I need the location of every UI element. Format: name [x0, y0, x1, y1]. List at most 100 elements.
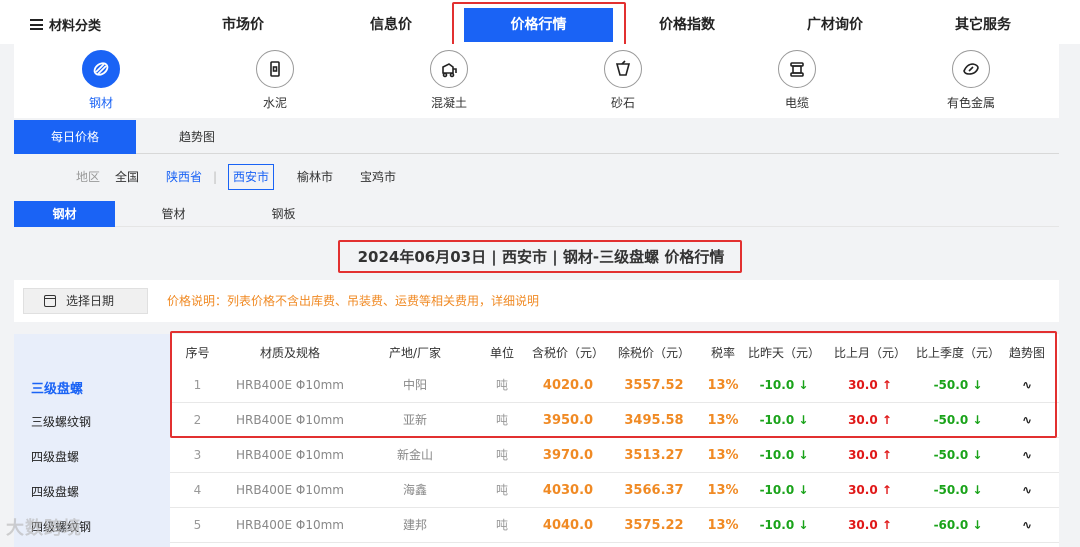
cell-net-price: 3566.37 [624, 483, 684, 498]
cell-vs-day: -10.0 ↓ [759, 448, 809, 462]
cell-unit: 吨 [495, 448, 508, 462]
category-steel[interactable]: 钢材 [61, 50, 141, 111]
cell-origin: 建邦 [402, 518, 427, 532]
cell-vs-quarter: -50.0 ↓ [933, 413, 983, 427]
category-label: 钢材 [88, 96, 113, 110]
nav-market-price[interactable]: 市场价 [196, 0, 290, 44]
cell-rate: 13% [707, 518, 739, 533]
subtab-steel[interactable]: 钢材 [14, 201, 115, 227]
col-header-no: 序号 [185, 346, 210, 360]
cell-vs-day: -10.0 ↓ [759, 483, 809, 497]
region-city-baoji[interactable]: 宝鸡市 [360, 164, 396, 190]
menu-icon [30, 19, 43, 30]
cell-no: 4 [193, 483, 202, 497]
cell-rate: 13% [707, 448, 739, 463]
category-menu-toggle[interactable]: 材料分类 [30, 15, 101, 34]
category-label: 砂石 [610, 96, 635, 110]
cell-no: 5 [193, 518, 202, 532]
cell-net-price: 3495.58 [624, 413, 684, 428]
col-header-rate: 税率 [710, 346, 735, 360]
cell-rate: 13% [707, 483, 739, 498]
cell-origin: 新金山 [396, 448, 433, 462]
cell-tax-price: 3950.0 [542, 413, 594, 428]
product-item[interactable]: 四级盘螺 [31, 448, 79, 465]
cell-tax-price: 4020.0 [542, 378, 594, 393]
trend-chart-icon[interactable]: ∿ [1004, 473, 1050, 508]
cell-no: 2 [193, 413, 202, 427]
region-province[interactable]: 陕西省 [166, 164, 202, 190]
info-bar: 选择日期 价格说明：列表价格不含出库费、吊装费、运费等相关费用，详细说明 [14, 280, 1059, 322]
select-date-button[interactable]: 选择日期 [23, 288, 148, 314]
cell-spec: HRB400E Φ10mm [236, 518, 344, 532]
col-header-vs-month: 比上月（元） [833, 346, 906, 360]
cable-icon [778, 50, 816, 88]
cell-vs-month: 30.0 ↑ [848, 483, 892, 497]
region-city-xian[interactable]: 西安市 [228, 164, 275, 190]
col-header-spec: 材质及规格 [259, 346, 320, 360]
material-subtabs: 钢材 管材 钢板 [14, 201, 1059, 227]
sand-gravel-icon [604, 50, 642, 88]
category-nonferrous-metal[interactable]: 有色金属 [931, 50, 1011, 111]
cell-origin: 亚新 [402, 413, 427, 427]
product-item[interactable]: 三级螺纹钢 [31, 413, 91, 430]
region-separator: | [213, 170, 218, 184]
table-row: 1 HRB400E Φ10mm 中阳 吨 4020.0 3557.52 13% … [170, 368, 1059, 403]
nav-price-index[interactable]: 价格指数 [640, 0, 734, 44]
category-concrete[interactable]: 混凝土 [409, 50, 489, 111]
cell-spec: HRB400E Φ10mm [236, 378, 344, 392]
trend-chart-icon[interactable]: ∿ [1004, 508, 1050, 543]
product-item[interactable]: 四级盘螺 [31, 483, 79, 500]
cell-tax-price: 4040.0 [542, 518, 594, 533]
category-panel: 钢材 水泥 混凝土 砂石 电缆 有色金属 [14, 44, 1059, 118]
cell-vs-month: 30.0 ↑ [848, 378, 892, 392]
nav-price-quotes[interactable]: 价格行情 [464, 8, 613, 42]
cell-origin: 中阳 [402, 378, 427, 392]
table-row: 4 HRB400E Φ10mm 海鑫 吨 4030.0 3566.37 13% … [170, 473, 1059, 508]
cell-net-price: 3513.27 [624, 448, 684, 463]
category-sand-gravel[interactable]: 砂石 [583, 50, 663, 111]
cell-vs-quarter: -50.0 ↓ [933, 378, 983, 392]
category-label: 混凝土 [430, 96, 467, 110]
cell-vs-quarter: -50.0 ↓ [933, 448, 983, 462]
cell-vs-day: -10.0 ↓ [759, 413, 809, 427]
cell-vs-day: -10.0 ↓ [759, 518, 809, 532]
cell-rate: 13% [707, 378, 739, 393]
select-date-label: 选择日期 [66, 294, 115, 308]
nav-info-price[interactable]: 信息价 [344, 0, 438, 44]
col-header-unit: 单位 [489, 346, 514, 360]
nav-other-services[interactable]: 其它服务 [936, 0, 1030, 44]
top-nav: 材料分类 市场价 信息价 价格行情 价格指数 广材询价 其它服务 [0, 0, 1080, 44]
trend-chart-icon[interactable]: ∿ [1004, 403, 1050, 438]
cell-unit: 吨 [495, 378, 508, 392]
cell-unit: 吨 [495, 483, 508, 497]
trend-chart-icon[interactable]: ∿ [1004, 368, 1050, 403]
nav-material-inquiry[interactable]: 广材询价 [788, 0, 882, 44]
category-cable[interactable]: 电缆 [757, 50, 837, 111]
tab-daily-price[interactable]: 每日价格 [14, 120, 136, 154]
product-item[interactable]: 三级盘螺 [31, 378, 83, 397]
category-cement[interactable]: 水泥 [235, 50, 315, 111]
subtab-pipe[interactable]: 管材 [123, 201, 224, 227]
cell-no: 1 [193, 378, 202, 392]
watermark: 大数跨境 [6, 518, 82, 539]
category-menu-label: 材料分类 [49, 19, 102, 34]
tab-trend-chart[interactable]: 趋势图 [136, 120, 258, 154]
cell-no: 3 [193, 448, 202, 462]
concrete-mixer-icon [430, 50, 468, 88]
cell-rate: 13% [707, 413, 739, 428]
cell-net-price: 3557.52 [624, 378, 684, 393]
region-national[interactable]: 全国 [115, 164, 139, 190]
subtab-plate[interactable]: 钢板 [233, 201, 334, 227]
col-header-vs-quarter: 比上季度（元） [916, 346, 1001, 360]
page-title: 2024年06月03日 | 西安市 | 钢材-三级盘螺 价格行情 [357, 248, 725, 266]
price-table: 序号 材质及规格 产地/厂家 单位 含税价（元） 除税价（元） 税率 比昨天（元… [170, 334, 1059, 547]
cell-unit: 吨 [495, 518, 508, 532]
cell-spec: HRB400E Φ10mm [236, 483, 344, 497]
nonferrous-metal-icon [952, 50, 990, 88]
steel-icon [82, 50, 120, 88]
price-note[interactable]: 价格说明：列表价格不含出库费、吊装费、运费等相关费用，详细说明 [167, 280, 539, 322]
region-city-yulin[interactable]: 榆林市 [297, 164, 333, 190]
calendar-icon [44, 295, 56, 307]
col-header-vs-day: 比昨天（元） [747, 346, 820, 360]
trend-chart-icon[interactable]: ∿ [1004, 438, 1050, 473]
